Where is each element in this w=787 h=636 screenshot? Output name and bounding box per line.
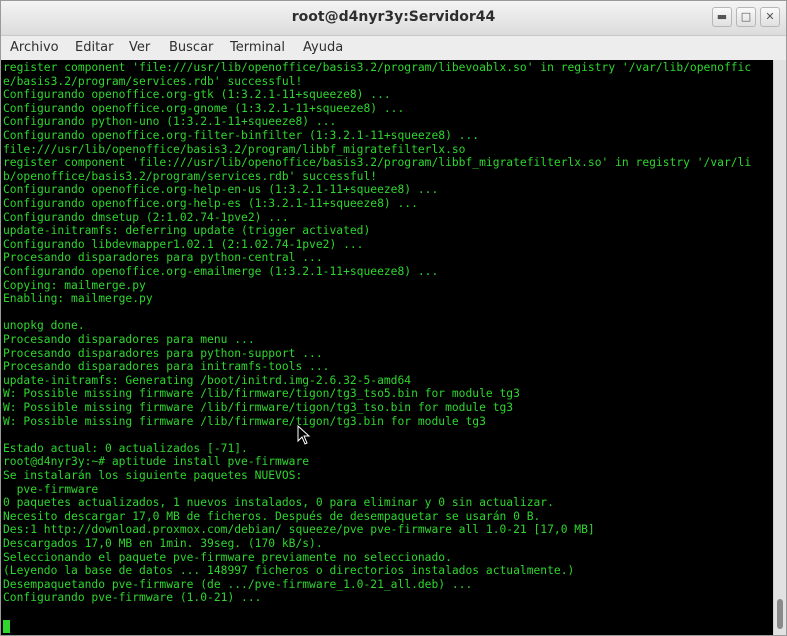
- terminal-line: Configurando pve-firmware (1.0-21) ...: [3, 591, 262, 605]
- terminal-line: Configurando python-uno (1:3.2.1-11+sque…: [3, 115, 337, 129]
- terminal-line: Procesando disparadores para python-cent…: [3, 251, 323, 265]
- terminal-line: pve-firmware: [3, 482, 99, 496]
- maximize-icon: □: [740, 10, 752, 23]
- terminal-line: Configurando openoffice.org-gnome (1:3.2…: [3, 101, 405, 115]
- terminal-line: b/openoffice/basis3.2/program/services.r…: [3, 169, 378, 183]
- terminal-line: Necesito descargar 17,0 MB de ficheros. …: [3, 509, 541, 523]
- minimize-button[interactable]: ▬: [712, 7, 732, 27]
- menu-buscar[interactable]: Buscar: [169, 40, 213, 55]
- terminal-line: register component 'file:///usr/lib/open…: [3, 156, 752, 170]
- menu-bar: Archivo Editar Ver Buscar Terminal Ayuda: [1, 36, 786, 60]
- terminal-line: Descargados 17,0 MB en 1min. 39seg. (170…: [3, 537, 323, 550]
- terminal-line: Seleccionando el paquete pve-firmware pr…: [3, 550, 452, 564]
- menu-editar[interactable]: Editar: [75, 40, 114, 55]
- terminal-line: file:///usr/lib/openoffice/basis3.2/prog…: [3, 142, 466, 156]
- terminal-line: Copying: mailmerge.py: [3, 278, 146, 292]
- terminal-line: Procesando disparadores para python-supp…: [3, 346, 323, 360]
- terminal-line: 0 paquetes actualizados, 1 nuevos instal…: [3, 496, 554, 510]
- terminal-line: root@d4nyr3y:~# aptitude install pve-fir…: [3, 455, 310, 469]
- terminal-line: update-initramfs: deferring update (trig…: [3, 224, 371, 238]
- terminal-line: (Leyendo la base de datos ... 148997 fic…: [3, 564, 575, 578]
- terminal-line: unopkg done.: [3, 319, 85, 333]
- scrollbar-thumb[interactable]: [777, 599, 783, 629]
- terminal-line: Configurando openoffice.org-emailmerge (…: [3, 265, 439, 278]
- text-cursor: [3, 620, 10, 633]
- terminal-line: Configurando openoffice.org-filter-binfi…: [3, 129, 480, 142]
- menu-ver[interactable]: Ver: [129, 40, 150, 55]
- terminal-line: Configurando libdevmapper1.02.1 (2:1.02.…: [3, 237, 364, 251]
- terminal-line: Procesando disparadores para menu ...: [3, 333, 255, 346]
- menu-ayuda[interactable]: Ayuda: [303, 40, 343, 55]
- terminal-line: Se instalarán los siguiente paquetes NUE…: [3, 469, 303, 482]
- terminal-line: Enabling: mailmerge.py: [3, 292, 153, 306]
- terminal-line: W: Possible missing firmware /lib/firmwa…: [3, 414, 486, 428]
- terminal-line: Configurando openoffice.org-help-es (1:3…: [3, 197, 418, 210]
- terminal-line: Configurando openoffice.org-help-en-us (…: [3, 183, 439, 197]
- scrollbar[interactable]: [773, 60, 786, 635]
- menu-archivo[interactable]: Archivo: [10, 40, 59, 55]
- terminal-line: e/basis3.2/program/services.rdb' success…: [3, 74, 303, 88]
- terminal-line: Configurando openoffice.org-gtk (1:3.2.1…: [3, 88, 391, 102]
- terminal-window: root@d4nyr3y:Servidor44 ▬ □ ✕ Archivo Ed…: [0, 0, 787, 636]
- title-bar[interactable]: root@d4nyr3y:Servidor44 ▬ □ ✕: [1, 1, 786, 36]
- terminal-line: update-initramfs: Generating /boot/initr…: [3, 373, 412, 387]
- minimize-icon: ▬: [716, 10, 728, 23]
- maximize-button[interactable]: □: [736, 7, 756, 27]
- terminal-line: Procesando disparadores para initramfs-t…: [3, 360, 330, 374]
- terminal-line: Desempaquetando pve-firmware (de .../pve…: [3, 577, 473, 591]
- close-icon: ✕: [765, 10, 775, 23]
- window-title: root@d4nyr3y:Servidor44: [291, 9, 496, 25]
- terminal-output[interactable]: register component 'file:///usr/lib/open…: [1, 60, 773, 635]
- mouse-pointer-icon: [297, 425, 311, 445]
- terminal-line: Des:1 http://download.proxmox.com/debian…: [3, 523, 595, 537]
- menu-terminal[interactable]: Terminal: [230, 40, 285, 55]
- terminal-line: Estado actual: 0 actualizados [-71].: [3, 441, 248, 455]
- terminal-line: W: Possible missing firmware /lib/firmwa…: [3, 387, 520, 401]
- terminal-line: W: Possible missing firmware /lib/firmwa…: [3, 401, 514, 414]
- terminal-line: Configurando dmsetup (2:1.02.74-1pve2) .…: [3, 210, 289, 224]
- window-controls: ▬ □ ✕: [712, 7, 780, 27]
- close-button[interactable]: ✕: [760, 7, 780, 27]
- terminal-line: register component 'file:///usr/lib/open…: [3, 61, 752, 74]
